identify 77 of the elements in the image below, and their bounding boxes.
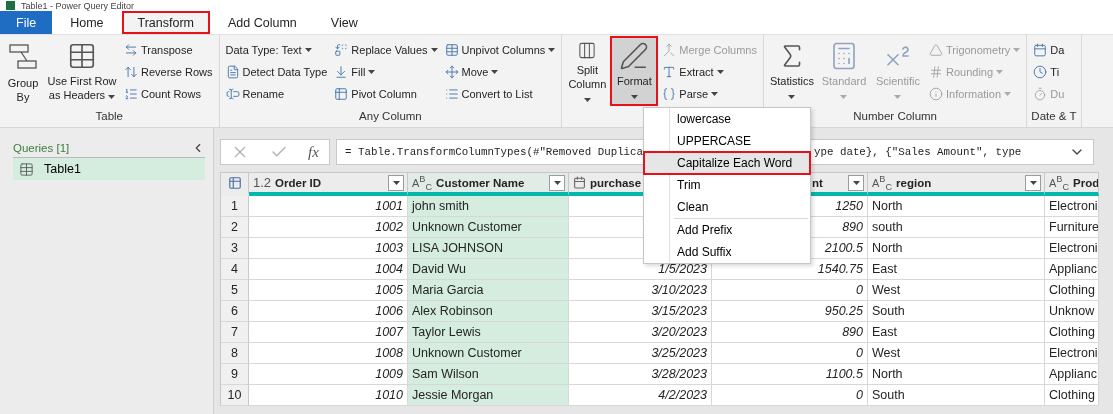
table-cell: LISA JOHNSON (408, 238, 569, 259)
table-cell: Furniture (1045, 217, 1099, 238)
window-title: Table1 - Power Query Editor (21, 0, 135, 11)
row-number: 8 (221, 343, 249, 364)
table-cell: Electroni (1045, 238, 1099, 259)
row-number: 6 (221, 301, 249, 322)
row-number: 9 (221, 364, 249, 385)
header-label: purchase (590, 176, 642, 189)
row-number: 4 (221, 259, 249, 280)
table-cell: 1002 (249, 217, 408, 238)
table-cell: 3/25/2023 (569, 343, 712, 364)
row-number: 5 (221, 280, 249, 301)
table-cell: Clothing (1045, 322, 1099, 343)
table-cell: West (868, 280, 1045, 301)
type-icon: 1.2 (253, 175, 272, 190)
table-cell: 3/28/2023 (569, 364, 712, 385)
table-cell: Alex Robinson (408, 301, 569, 322)
table-cell: 3/15/2023 (569, 301, 712, 322)
table-cell: South (868, 301, 1045, 322)
header-label: nt (812, 176, 823, 189)
formula-text: = Table.TransformColumnTypes(#"Removed Duplica (345, 146, 645, 158)
table-cell: East (868, 322, 1045, 343)
table-cell: 1100.5 (712, 364, 868, 385)
row-number: 10 (221, 385, 249, 406)
table-cell: 950.25 (712, 301, 868, 322)
header-label: Prod (1073, 176, 1098, 189)
table-cell: 3/10/2023 (569, 280, 712, 301)
table-cell: 0 (712, 343, 868, 364)
table-cell: David Wu (408, 259, 569, 280)
table-cell: 1001 (249, 196, 408, 217)
header-label: region (896, 176, 932, 189)
table-cell: Unknown Customer (408, 343, 569, 364)
row-number: 7 (221, 322, 249, 343)
table-cell: 890 (712, 322, 868, 343)
row-number: 1 (221, 196, 249, 217)
table-cell: 1009 (249, 364, 408, 385)
table-cell: 1010 (249, 385, 408, 406)
table-cell: Applianc (1045, 364, 1099, 385)
table-cell: south (868, 217, 1045, 238)
header-label: Customer Name (436, 176, 525, 189)
table-cell: 1006 (249, 301, 408, 322)
group-label: Table (94, 110, 124, 124)
table-cell: West (868, 343, 1045, 364)
table-cell: Maria Garcia (408, 280, 569, 301)
table-cell: 1005 (249, 280, 408, 301)
table-cell: 0 (712, 385, 868, 406)
table-cell: Applianc (1045, 259, 1099, 280)
table-cell: 4/2/2023 (569, 385, 712, 406)
table-cell: North (868, 196, 1045, 217)
table-cell: Electroni (1045, 343, 1099, 364)
table-cell: South (868, 385, 1045, 406)
row-number: 3 (221, 238, 249, 259)
table-cell: Jessie Morgan (408, 385, 569, 406)
group-label: Date & T (1031, 110, 1077, 124)
header-label: Order ID (275, 176, 322, 189)
table-cell: 0 (712, 280, 868, 301)
group-label: Any Column (358, 110, 423, 124)
row-number: 2 (221, 217, 249, 238)
group-label: Number Column (852, 110, 939, 124)
table-cell: 1004 (249, 259, 408, 280)
table-cell: North (868, 364, 1045, 385)
table-cell: 3/20/2023 (569, 322, 712, 343)
table-cell: East (868, 259, 1045, 280)
table-cell: Clothing (1045, 280, 1099, 301)
table-cell: 1003 (249, 238, 408, 259)
table-cell: john smith (408, 196, 569, 217)
pane-title: Queries [1] (13, 142, 70, 154)
formula-text: ype date}, {"Sales Amount", type (814, 146, 1023, 158)
table-cell: Clothing (1045, 385, 1099, 406)
table-cell: 1007 (249, 322, 408, 343)
table-cell: Unknown Customer (408, 217, 569, 238)
table-cell: Electroni (1045, 196, 1099, 217)
table-cell: Sam Wilson (408, 364, 569, 385)
table-cell: 1008 (249, 343, 408, 364)
table-cell: North (868, 238, 1045, 259)
table-cell: Taylor Lewis (408, 322, 569, 343)
table-cell: Unknow (1045, 301, 1099, 322)
